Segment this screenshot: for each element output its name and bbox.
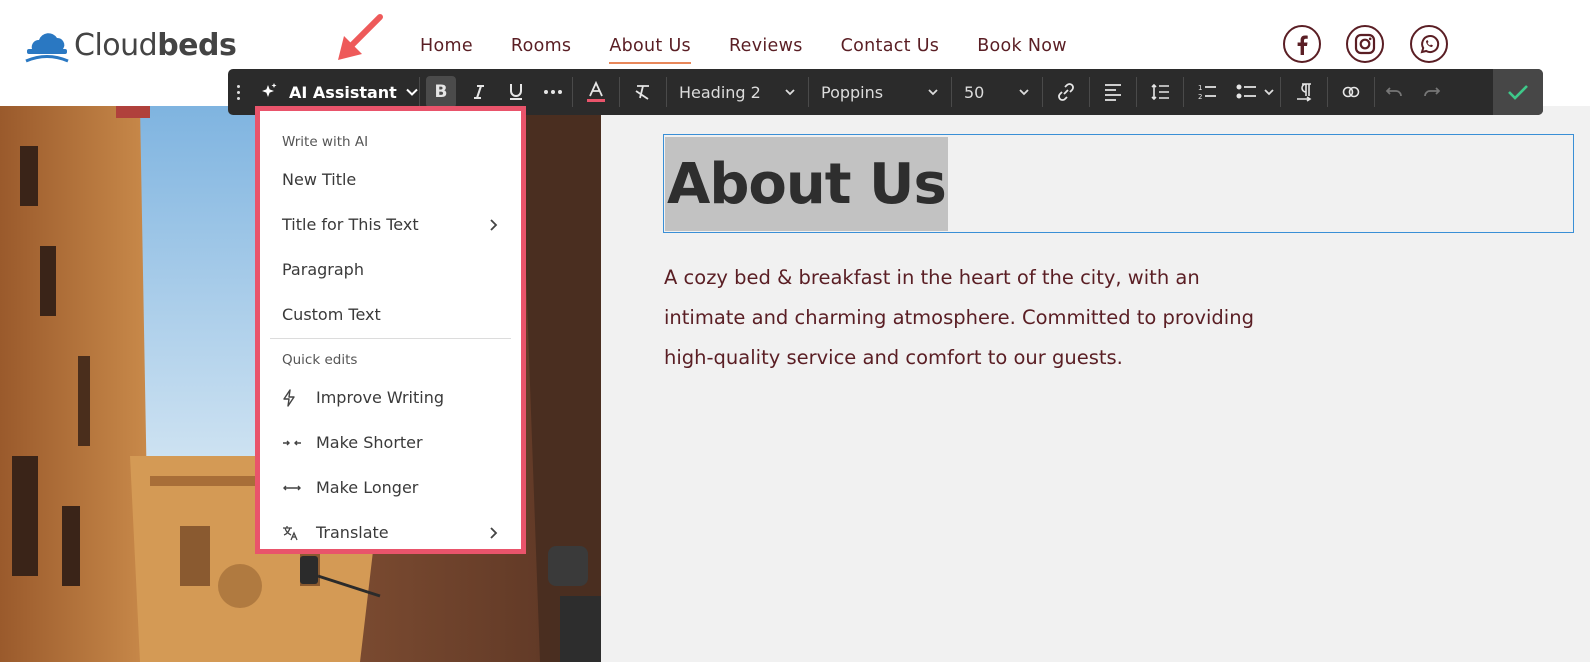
text-direction-button[interactable] [1281,69,1327,115]
menu-item-label: Make Shorter [316,433,423,452]
menu-section-write-with-ai: Write with AI [282,134,369,150]
menu-item-improve-writing[interactable]: Improve Writing [260,375,521,420]
ai-assistant-menu: Write with AI New Title Title for This T… [255,106,526,554]
about-section: About Us A cozy bed & breakfast in the h… [601,106,1590,662]
text-color-button[interactable] [573,69,619,115]
translate-icon [282,525,308,541]
redo-icon [1424,87,1441,97]
toolbar-divider [419,77,420,107]
menu-item-new-title[interactable]: New Title [260,157,521,202]
italic-icon [474,85,484,99]
whatsapp-icon[interactable] [1410,25,1448,63]
menu-item-label: Custom Text [282,305,381,324]
chevron-right-icon [490,526,498,539]
more-horizontal-icon [544,90,562,94]
drag-handle[interactable] [231,84,245,100]
text-style-value: Heading 2 [679,82,761,102]
svg-text:2: 2 [1198,93,1202,101]
arrows-out-icon [282,483,308,493]
bullet-list-button[interactable] [1230,69,1280,115]
menu-item-label: Improve Writing [316,388,445,407]
facebook-icon[interactable] [1283,25,1321,63]
link-button[interactable] [1043,69,1089,115]
more-options-button[interactable] [534,69,572,115]
underline-icon [510,84,522,100]
paragraph-direction-icon [1297,83,1312,102]
cloud-bed-icon [25,32,69,62]
logo[interactable]: Cloudbeds [24,28,237,63]
menu-item-label: Make Longer [316,478,419,497]
menu-item-title-for-this-text[interactable]: Title for This Text [260,202,521,247]
nav-about-us[interactable]: About Us [609,36,691,64]
menu-divider [270,338,511,339]
menu-item-label: Paragraph [282,260,364,279]
ai-assistant-button[interactable]: AI Assistant [259,82,419,102]
svg-text:1: 1 [1198,84,1202,92]
menu-item-translate[interactable]: Translate [260,510,521,549]
heading-edit-box[interactable]: About Us [663,134,1574,233]
text-style-dropdown[interactable]: Heading 2 [667,69,808,115]
ai-assistant-label: AI Assistant [289,82,397,102]
lightning-icon [282,388,308,407]
heading-selection: About Us [665,137,948,231]
link-icon [1058,83,1074,101]
main-nav: Home Rooms About Us Reviews Contact Us B… [420,36,1105,64]
menu-item-custom-text[interactable]: Custom Text [260,292,521,337]
annotation-arrow-icon [338,14,383,60]
line-height-button[interactable] [1137,69,1183,115]
paragraph-line: A cozy bed & breakfast in the heart of t… [664,266,1200,289]
nav-home[interactable]: Home [420,36,473,64]
logo-text: Cloudbeds [74,28,237,63]
chevron-down-icon [1264,89,1274,96]
unlink-button[interactable] [1328,69,1374,115]
clear-formatting-button[interactable] [620,69,666,115]
unlink-icon [1342,86,1360,98]
font-family-dropdown[interactable]: Poppins [809,69,951,115]
redo-button[interactable] [1413,69,1451,115]
chevron-down-icon [1019,89,1029,96]
bullet-list-icon [1236,84,1256,99]
nav-book-now[interactable]: Book Now [977,36,1067,64]
chevron-down-icon [406,88,418,96]
font-size-dropdown[interactable]: 50 [952,69,1042,115]
nav-rooms[interactable]: Rooms [511,36,571,64]
nav-reviews[interactable]: Reviews [729,36,803,64]
align-left-button[interactable] [1090,69,1136,115]
instagram-icon[interactable] [1346,25,1384,63]
undo-button[interactable] [1375,69,1413,115]
bold-button[interactable]: B [426,76,456,108]
chevron-right-icon [490,218,498,231]
clear-formatting-icon [635,85,649,100]
paragraph-line: intimate and charming atmosphere. Commit… [664,306,1254,329]
chevron-down-icon [785,89,795,96]
menu-section-quick-edits: Quick edits [282,352,358,368]
paragraph-line: high-quality service and comfort to our … [664,346,1123,369]
page-title[interactable]: About Us [667,152,947,217]
menu-item-make-longer[interactable]: Make Longer [260,465,521,510]
text-color-icon [587,81,605,102]
numbered-list-icon: 12 [1198,84,1216,101]
align-left-icon [1105,84,1121,101]
numbered-list-button[interactable]: 12 [1184,69,1230,115]
about-paragraph[interactable]: A cozy bed & breakfast in the heart of t… [664,258,1304,378]
undo-icon [1385,87,1402,97]
sparkle-icon [262,83,277,97]
arrows-in-icon [282,438,308,448]
line-height-icon [1151,83,1169,101]
menu-item-label: Title for This Text [282,215,419,234]
menu-item-make-shorter[interactable]: Make Shorter [260,420,521,465]
chevron-down-icon [928,89,938,96]
menu-item-label: Translate [316,523,389,542]
font-size-value: 50 [964,82,985,102]
menu-item-label: New Title [282,170,357,189]
checkmark-icon [1508,85,1528,100]
nav-contact-us[interactable]: Contact Us [841,36,940,64]
confirm-button[interactable] [1493,69,1543,115]
menu-item-paragraph[interactable]: Paragraph [260,247,521,292]
font-family-value: Poppins [821,82,884,102]
